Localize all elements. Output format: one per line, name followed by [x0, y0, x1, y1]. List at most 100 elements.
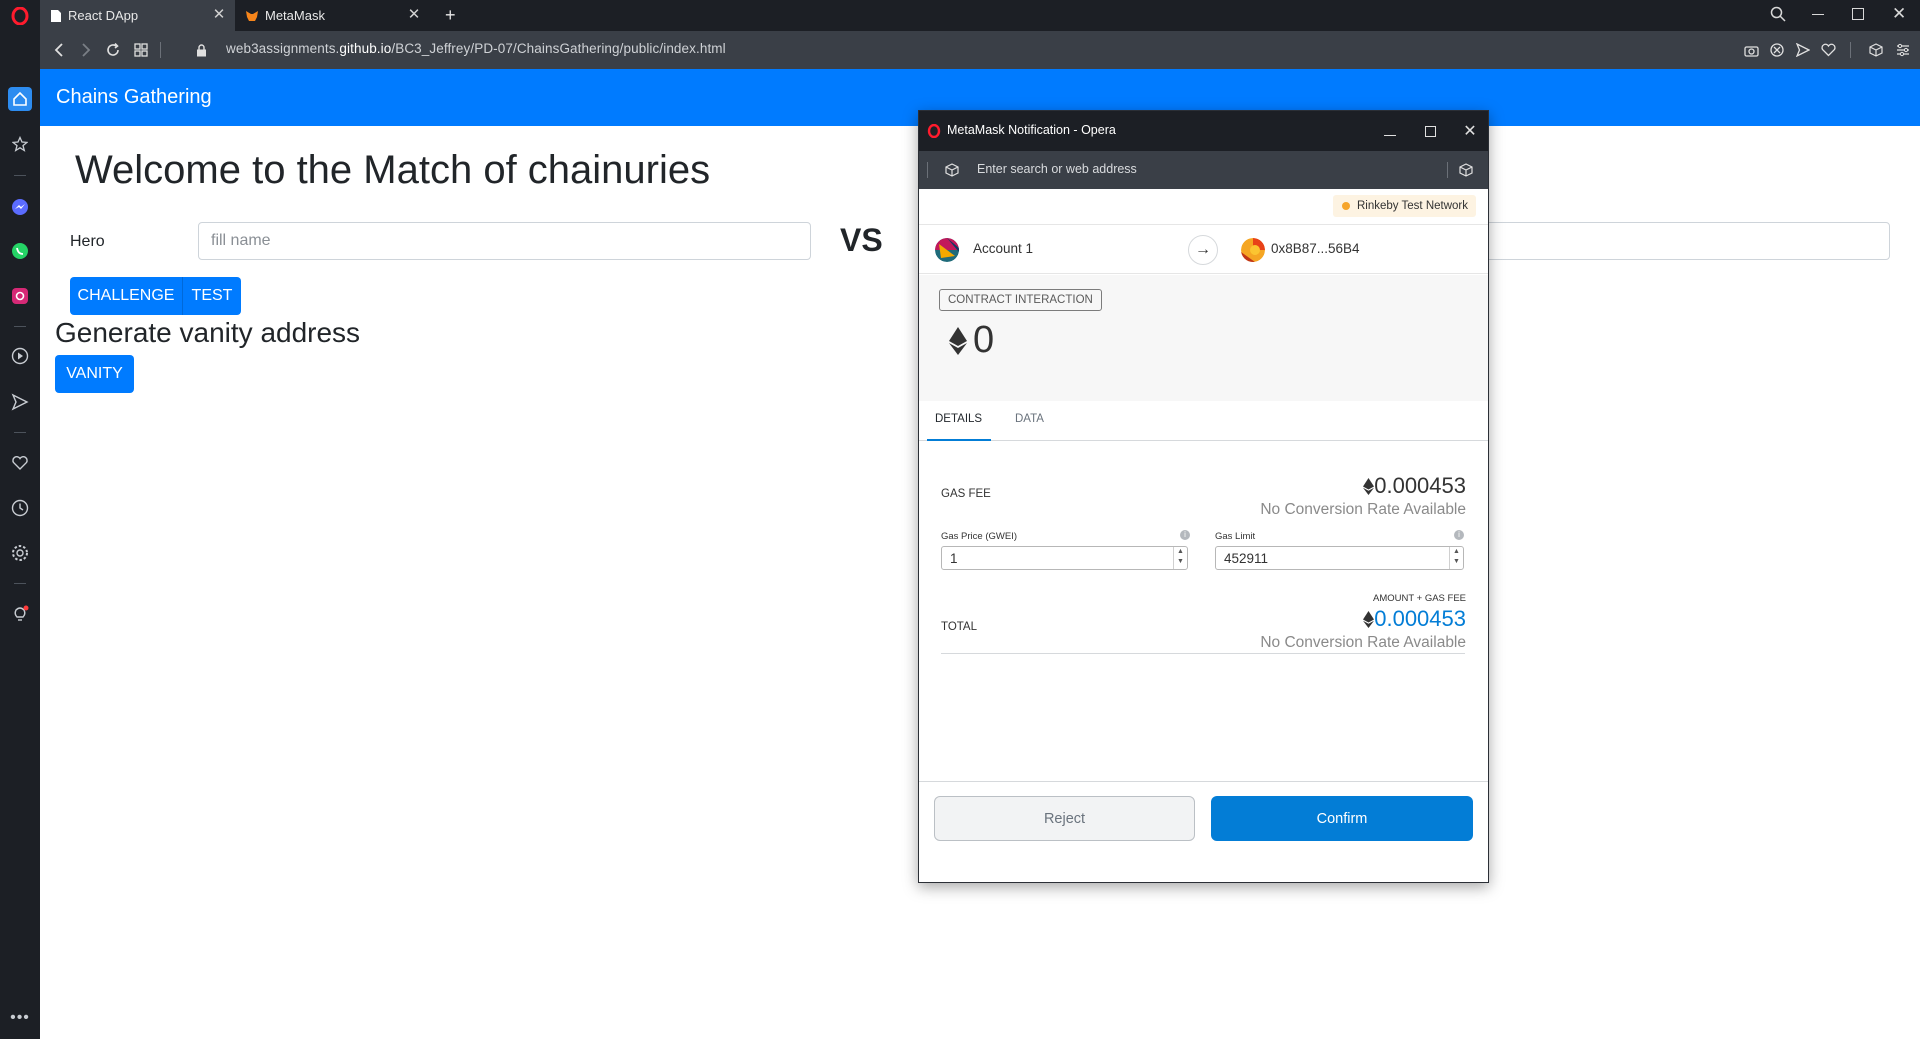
- tab-react-dapp[interactable]: React DApp ✕: [40, 0, 235, 31]
- close-tab-icon[interactable]: ✕: [211, 7, 227, 23]
- speed-dial-icon[interactable]: [130, 39, 152, 61]
- gas-fee-amount: 0.000453: [1374, 473, 1466, 498]
- whatsapp-icon[interactable]: [8, 239, 32, 263]
- sender-recipient-row: Account 1 → 0x8B87...56B4: [919, 224, 1488, 274]
- gas-price-value: 1: [950, 551, 958, 566]
- metamask-confirm-page: Rinkeby Test Network Account 1 → 0x8B87.…: [919, 189, 1488, 882]
- test-button[interactable]: TEST: [182, 277, 241, 315]
- url-domain: github.io: [339, 41, 392, 56]
- challenge-button[interactable]: CHALLENGE: [70, 277, 182, 315]
- opponent-name-input[interactable]: [1470, 222, 1890, 260]
- vanity-button[interactable]: VANITY: [55, 355, 134, 393]
- stepper-arrows-icon[interactable]: ▲ ▼: [1449, 547, 1463, 569]
- settings-gear-icon[interactable]: [8, 541, 32, 565]
- star-icon[interactable]: [8, 132, 32, 156]
- reject-button[interactable]: Reject: [934, 796, 1195, 841]
- metamask-fox-icon: [246, 10, 258, 21]
- back-icon[interactable]: [48, 39, 70, 61]
- sidebar-divider: [14, 583, 26, 584]
- contract-interaction-badge: CONTRACT INTERACTION: [939, 289, 1102, 311]
- extension-cube-icon[interactable]: [1459, 163, 1473, 177]
- easy-setup-icon[interactable]: [1892, 39, 1914, 61]
- heart-icon[interactable]: [8, 451, 32, 475]
- tab-metamask[interactable]: MetaMask ✕: [235, 0, 430, 31]
- arrow-right-icon: →: [1188, 235, 1218, 265]
- tab-label: MetaMask: [265, 8, 325, 23]
- amount-value: 0: [973, 319, 995, 361]
- active-tab-indicator: [927, 439, 991, 441]
- opera-logo-icon[interactable]: [8, 4, 32, 28]
- address-placeholder: Enter search or web address: [977, 162, 1137, 176]
- vanity-heading: Generate vanity address: [55, 317, 361, 348]
- tab-details[interactable]: DETAILS: [935, 413, 982, 425]
- ethereum-icon: [1363, 611, 1375, 628]
- ethereum-icon: [949, 326, 967, 355]
- url-path: /BC3_Jeffrey/PD-07/ChainsGathering/publi…: [391, 41, 726, 56]
- cube-icon: [945, 163, 959, 177]
- address-divider: [927, 162, 928, 178]
- instagram-icon[interactable]: [8, 284, 32, 308]
- network-badge[interactable]: Rinkeby Test Network: [1333, 195, 1476, 217]
- info-icon[interactable]: i: [1180, 530, 1190, 540]
- close-window-icon[interactable]: ✕: [1892, 4, 1906, 24]
- details-data-tabs: DETAILS DATA: [919, 401, 1488, 441]
- hero-label: Hero: [70, 233, 105, 250]
- lock-icon[interactable]: [190, 39, 212, 61]
- close-tab-icon[interactable]: ✕: [406, 7, 422, 23]
- sidebar-divider: [14, 432, 26, 433]
- opera-logo-icon: [927, 124, 941, 138]
- total-value: 0.000453: [1363, 606, 1466, 632]
- account-avatar[interactable]: [935, 238, 959, 262]
- gas-limit-value: 452911: [1224, 551, 1269, 566]
- gas-price-input[interactable]: 1 ▲ ▼: [941, 546, 1188, 570]
- popup-title-bar: MetaMask Notification - Opera ✕: [919, 111, 1488, 151]
- url-text[interactable]: web3assignments.github.io/BC3_Jeffrey/PD…: [226, 41, 726, 56]
- player-icon[interactable]: [8, 344, 32, 368]
- send-icon[interactable]: [8, 390, 32, 414]
- lightbulb-icon[interactable]: [8, 602, 32, 626]
- adblock-icon[interactable]: [1766, 39, 1788, 61]
- send-to-flow-icon[interactable]: [1792, 39, 1814, 61]
- new-tab-button[interactable]: +: [435, 0, 465, 31]
- hero-name-input[interactable]: [198, 222, 811, 260]
- to-address[interactable]: 0x8B87...56B4: [1271, 241, 1360, 256]
- network-status-dot: [1342, 202, 1350, 210]
- info-icon[interactable]: i: [1454, 530, 1464, 540]
- minimize-icon[interactable]: [1380, 121, 1400, 141]
- minimize-icon[interactable]: [1812, 14, 1824, 15]
- search-tabs-icon[interactable]: [1770, 6, 1786, 27]
- page-title: Welcome to the Match of chainuries: [75, 148, 711, 192]
- address-divider: [1447, 162, 1448, 178]
- maximize-icon[interactable]: [1420, 121, 1440, 141]
- sidebar-divider: [14, 326, 26, 327]
- bookmark-heart-icon[interactable]: [1817, 39, 1839, 61]
- total-label: TOTAL: [941, 621, 977, 633]
- forward-icon[interactable]: [75, 39, 97, 61]
- popup-address-bar[interactable]: Enter search or web address: [919, 151, 1488, 189]
- close-window-icon[interactable]: ✕: [1460, 121, 1480, 141]
- gas-fee-value: 0.000453: [1363, 473, 1466, 499]
- more-menu-icon[interactable]: •••: [8, 1006, 32, 1030]
- reload-icon[interactable]: [102, 39, 124, 61]
- gas-price-label: Gas Price (GWEI): [941, 531, 1018, 542]
- messenger-icon[interactable]: [8, 195, 32, 219]
- transaction-amount: 0: [949, 319, 994, 362]
- snapshot-camera-icon[interactable]: [1740, 39, 1762, 61]
- from-account-name: Account 1: [973, 241, 1034, 256]
- stepper-arrows-icon[interactable]: ▲ ▼: [1173, 547, 1187, 569]
- gas-limit-input[interactable]: 452911 ▲ ▼: [1215, 546, 1464, 570]
- history-icon[interactable]: [8, 496, 32, 520]
- tab-data[interactable]: DATA: [1015, 413, 1044, 425]
- recipient-avatar: [1241, 238, 1265, 262]
- navbar-brand[interactable]: Chains Gathering: [56, 86, 212, 109]
- gas-fee-label: GAS FEE: [941, 488, 991, 500]
- vs-label: VS: [840, 222, 883, 258]
- extension-cube-icon[interactable]: [1865, 39, 1887, 61]
- home-icon[interactable]: [8, 87, 32, 111]
- transaction-summary: CONTRACT INTERACTION 0: [919, 275, 1488, 401]
- network-name: Rinkeby Test Network: [1357, 200, 1468, 212]
- toolbar-divider: [1850, 42, 1851, 58]
- confirm-button[interactable]: Confirm: [1211, 796, 1473, 841]
- restore-icon[interactable]: [1852, 8, 1864, 20]
- amount-gas-fee-label: AMOUNT + GAS FEE: [1373, 593, 1466, 604]
